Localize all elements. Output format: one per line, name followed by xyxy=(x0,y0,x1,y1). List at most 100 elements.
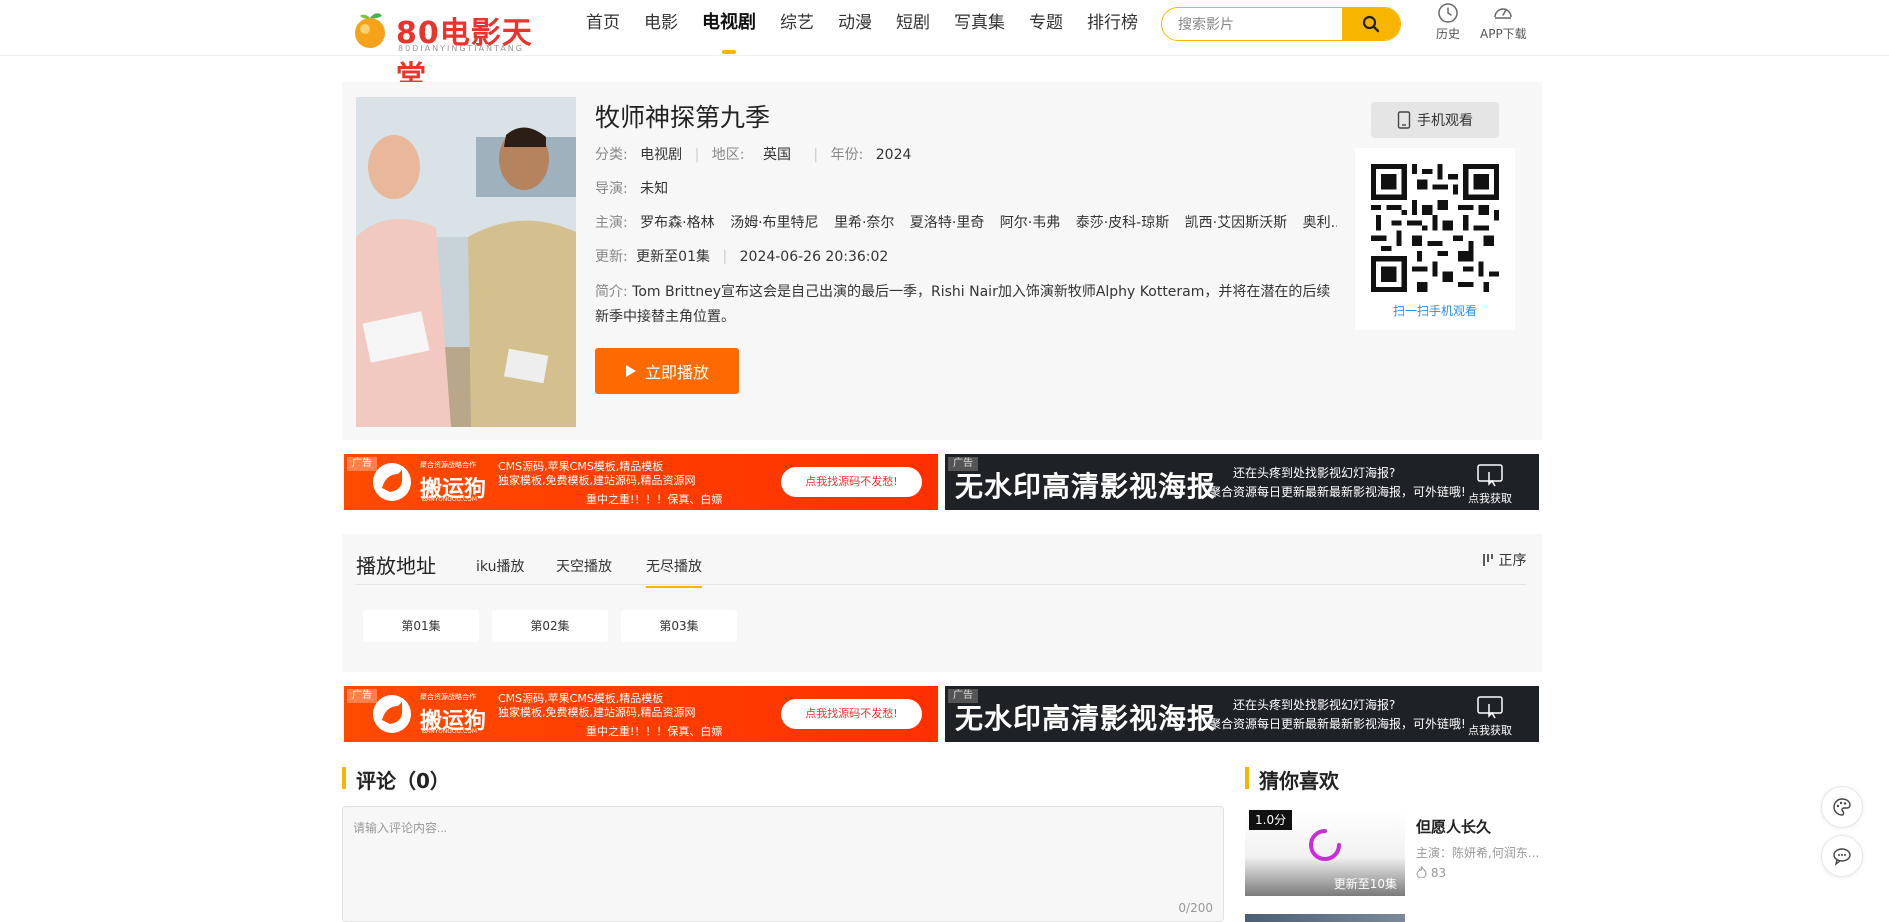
search-button[interactable] xyxy=(1342,8,1400,40)
sort-icon xyxy=(1483,554,1493,566)
ad-row-top: 广告 聚合资源战略合作 搬运狗 BANYUNGOU.COM CMS源码,苹果CM… xyxy=(344,454,1540,510)
cast-actor[interactable]: 里希·奈尔 xyxy=(834,215,894,231)
history-label: 历史 xyxy=(1436,27,1461,41)
app-download-button[interactable]: APP下载 xyxy=(1480,2,1527,42)
nav-anime[interactable]: 动漫 xyxy=(838,0,872,56)
nav-home[interactable]: 首页 xyxy=(586,0,620,56)
ad-line: 还在头疼到处找影视幻灯海报? xyxy=(1233,466,1396,480)
episode-button[interactable]: 第03集 xyxy=(621,610,737,642)
nav-short-drama[interactable]: 短剧 xyxy=(896,0,930,56)
poster-art xyxy=(356,97,576,427)
source-tab-wujin[interactable]: 无尽播放 xyxy=(646,556,702,588)
video-title: 牧师神探第九季 xyxy=(595,103,771,132)
cast-actor[interactable]: 阿尔·韦弗 xyxy=(1000,215,1060,231)
ad-brand-url: BANYUNGOU.COM xyxy=(422,496,478,503)
playlist-title: 播放地址 xyxy=(356,554,436,578)
history-button[interactable]: 历史 xyxy=(1436,2,1460,42)
cast-actor[interactable]: 罗布森·格林 xyxy=(640,215,714,231)
ad-line: 重中之重!！！！保真、白嫖 xyxy=(586,493,723,506)
video-detail-panel: 牧师神探第九季 分类: 电视剧 | 地区: 英国 | 年份: 2024 导演: … xyxy=(342,82,1542,440)
recommend-card[interactable]: 1.0分 更新至10集 但愿人长久 主演：陈妍希,何润东... 83 xyxy=(1245,810,1542,902)
play-now-button[interactable]: 立即播放 xyxy=(595,348,739,394)
episode-button[interactable]: 第01集 xyxy=(363,610,479,642)
comment-char-count: 0/200 xyxy=(1178,901,1213,915)
ad-banner-poster[interactable]: 广告 无水印高清影视海报 还在头疼到处找影视幻灯海报? 聚合资源每日更新最新最新… xyxy=(945,454,1539,510)
category-value[interactable]: 电视剧 xyxy=(640,147,682,163)
update-status: 更新至01集 xyxy=(636,249,710,265)
divider xyxy=(356,584,1526,585)
phone-icon xyxy=(1397,111,1411,129)
ad-cta-button[interactable]: 点我找源码不发愁! xyxy=(781,699,922,729)
top-navbar: 80电影天堂 80DIANYINGTIANTANG 首页 电影 电视剧 综艺 动… xyxy=(0,0,1889,95)
sort-order-button[interactable]: 正序 xyxy=(1482,550,1526,570)
description: 简介: Tom Brittney宣布这会是自己出演的最后一季，Rishi Nai… xyxy=(595,280,1337,330)
cast-actor[interactable]: 夏洛特·里奇 xyxy=(910,215,984,231)
loading-spinner-icon xyxy=(1309,829,1341,861)
cast-actor[interactable]: 凯西·艾因斯沃斯 xyxy=(1185,215,1287,231)
ad-brand-top: 聚合资源战略合作 xyxy=(420,693,476,701)
nav-movie[interactable]: 电影 xyxy=(644,0,678,56)
main-nav: 首页 电影 电视剧 综艺 动漫 短剧 写真集 专题 排行榜 xyxy=(586,0,1162,56)
ad-brand-url: BANYUNGOU.COM xyxy=(422,728,478,735)
qr-label[interactable]: 扫一扫手机观看 xyxy=(1355,302,1515,319)
director-key: 导演: xyxy=(595,181,628,197)
mobile-watch-label: 手机观看 xyxy=(1417,113,1473,129)
ad-banner-poster[interactable]: 广告 无水印高清影视海报 还在头疼到处找影视幻灯海报? 聚合资源每日更新最新最新… xyxy=(945,686,1539,742)
theme-button[interactable] xyxy=(1821,786,1863,828)
nav-photo[interactable]: 写真集 xyxy=(954,0,1005,56)
ad-cta[interactable]: 点我获取 xyxy=(1468,722,1512,738)
nav-variety[interactable]: 综艺 xyxy=(780,0,814,56)
ad-line: CMS源码,苹果CMS模板,精品模板 xyxy=(498,692,664,705)
chat-icon xyxy=(1833,848,1851,866)
region-value[interactable]: 英国 xyxy=(763,147,791,163)
orange-logo-icon xyxy=(355,13,385,48)
touch-icon xyxy=(1477,696,1503,719)
ad-banner-source[interactable]: 广告 聚合资源战略合作 搬运狗 BANYUNGOU.COM CMS源码,苹果CM… xyxy=(344,686,938,742)
comment-input[interactable] xyxy=(343,807,1223,921)
play-icon xyxy=(625,365,636,377)
category-key: 分类: xyxy=(595,147,628,163)
episode-button[interactable]: 第02集 xyxy=(492,610,608,642)
cast-actor[interactable]: 泰莎·皮科-琼斯 xyxy=(1076,215,1170,231)
cast-actor[interactable]: 汤姆·布里特尼 xyxy=(730,215,818,231)
ad-text: CMS源码,苹果CMS模板,精品模板 独家模板,免费模板,建站源码,精品资源网 xyxy=(498,460,696,488)
ad-brand-top: 聚合资源战略合作 xyxy=(420,461,476,469)
meta-row-director: 导演: 未知 xyxy=(595,178,668,198)
nav-ranking[interactable]: 排行榜 xyxy=(1087,0,1138,56)
site-logo[interactable]: 80电影天堂 80DIANYINGTIANTANG xyxy=(350,6,540,95)
update-time: 2024-06-26 20:36:02 xyxy=(739,249,889,265)
ad-line: 还在头疼到处找影视幻灯海报? xyxy=(1233,698,1396,712)
source-tab-iku[interactable]: iku播放 xyxy=(476,556,524,576)
ad-line: 聚合资源每日更新最新最新影视海报，可外链哦! xyxy=(1209,717,1466,731)
nav-tv[interactable]: 电视剧 xyxy=(702,0,756,56)
feedback-button[interactable] xyxy=(1821,835,1863,877)
recommend-thumbnail-next[interactable] xyxy=(1245,914,1405,922)
director-value[interactable]: 未知 xyxy=(640,181,668,197)
ad-cta[interactable]: 点我获取 xyxy=(1468,490,1512,506)
recommend-actors: 主演：陈妍希,何润东... xyxy=(1416,846,1540,860)
mobile-watch-button[interactable]: 手机观看 xyxy=(1371,102,1499,138)
year-value[interactable]: 2024 xyxy=(876,147,912,163)
recommend-title[interactable]: 但愿人长久 xyxy=(1416,816,1491,837)
ad-line: 重中之重!！！！保真、白嫖 xyxy=(586,725,723,738)
ad-cta-button[interactable]: 点我找源码不发愁! xyxy=(781,467,922,497)
recommend-thumbnail[interactable]: 1.0分 更新至10集 xyxy=(1245,810,1405,896)
source-tab-tiankong[interactable]: 天空播放 xyxy=(556,556,612,576)
touch-icon xyxy=(1477,464,1503,487)
ad-banner-source[interactable]: 广告 聚合资源战略合作 搬运狗 BANYUNGOU.COM CMS源码,苹果CM… xyxy=(344,454,938,510)
gauge-icon xyxy=(1494,8,1513,19)
search-input[interactable] xyxy=(1162,8,1344,40)
palette-icon xyxy=(1833,798,1851,816)
year-key: 年份: xyxy=(830,147,864,163)
ad-line: 聚合资源每日更新最新最新影视海报，可外链哦! xyxy=(1209,485,1466,499)
ad-poster-title: 无水印高清影视海报 xyxy=(955,470,1217,503)
nav-topic[interactable]: 专题 xyxy=(1029,0,1063,56)
ad-line: 独家模板,免费模板,建站源码,精品资源网 xyxy=(498,474,696,487)
cast-actor[interactable]: 奥利... xyxy=(1303,215,1337,231)
search-bar xyxy=(1161,7,1401,41)
cast-key: 主演: xyxy=(595,215,628,231)
update-badge: 更新至10集 xyxy=(1333,877,1397,891)
dog-logo-icon xyxy=(373,463,411,501)
dog-logo-icon xyxy=(373,695,411,733)
poster-image[interactable] xyxy=(356,97,576,427)
